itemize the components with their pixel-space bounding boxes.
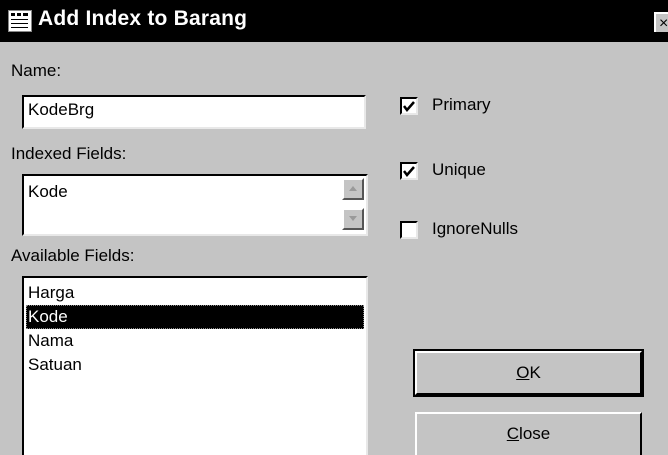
arrow-up-icon: [349, 186, 357, 191]
unique-checkbox[interactable]: [400, 162, 418, 180]
indexed-fields-value: Kode: [28, 182, 68, 201]
primary-checkbox[interactable]: [400, 97, 418, 115]
close-button-label: lose: [519, 424, 551, 443]
list-item-kode[interactable]: Kode: [26, 305, 364, 329]
ok-button[interactable]: OK: [413, 349, 644, 397]
list-item-satuan[interactable]: Satuan: [26, 353, 364, 377]
checkmark-icon: [403, 101, 415, 112]
close-icon: ×: [659, 15, 668, 32]
scroll-up-button[interactable]: [342, 178, 364, 200]
ok-button-mnemonic: O: [516, 363, 530, 382]
available-fields-list[interactable]: Harga Kode Nama Satuan: [22, 276, 368, 455]
scroll-down-button[interactable]: [342, 208, 364, 230]
list-item-nama[interactable]: Nama: [26, 329, 364, 353]
indexed-fields-label: Indexed Fields:: [11, 144, 127, 163]
arrow-down-icon: [349, 216, 357, 221]
ignore-nulls-checkbox[interactable]: [400, 221, 418, 239]
title-bar[interactable]: Add Index to Barang ×: [0, 0, 668, 42]
indexed-fields-box[interactable]: Kode: [22, 174, 368, 236]
primary-label[interactable]: Primary: [432, 95, 491, 115]
close-window-button[interactable]: ×: [654, 12, 668, 32]
name-label: Name:: [11, 61, 62, 80]
available-fields-label: Available Fields:: [11, 246, 135, 265]
checkmark-icon: [403, 166, 415, 177]
ok-button-label: K: [529, 363, 541, 382]
name-input-value: KodeBrg: [28, 100, 95, 119]
window-title: Add Index to Barang: [38, 7, 248, 30]
name-input[interactable]: KodeBrg: [22, 95, 366, 129]
close-button[interactable]: Close: [415, 412, 642, 455]
list-item-harga[interactable]: Harga: [26, 281, 364, 305]
database-app-icon[interactable]: [8, 10, 32, 32]
close-button-mnemonic: C: [506, 424, 520, 443]
ignore-nulls-label[interactable]: IgnoreNulls: [432, 219, 518, 239]
unique-label[interactable]: Unique: [432, 160, 486, 180]
